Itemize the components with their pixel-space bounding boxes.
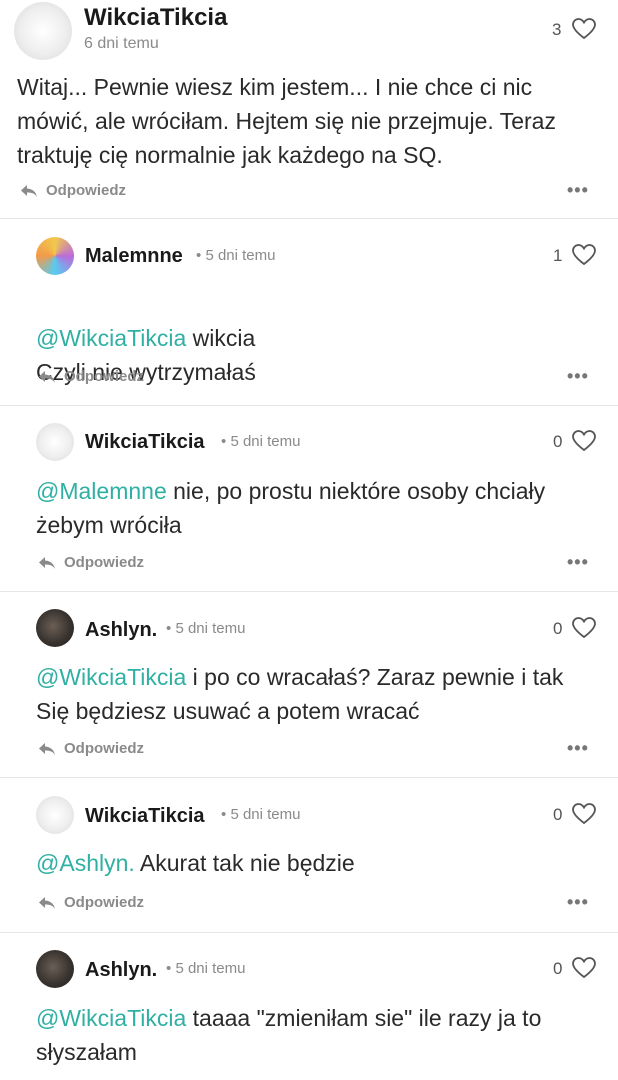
- timestamp-text: 5 dni temu: [175, 620, 246, 637]
- divider: [0, 218, 618, 219]
- avatar[interactable]: [36, 609, 74, 647]
- timestamp-text: 5 dni temu: [230, 806, 301, 823]
- comment-body: Witaj... Pewnie wiesz kim jestem... I ni…: [17, 74, 556, 168]
- timestamp-text: 5 dni temu: [205, 247, 276, 264]
- timestamp: • 5 dni temu: [166, 620, 245, 637]
- avatar[interactable]: [36, 423, 74, 461]
- heart-outline-icon[interactable]: [572, 957, 596, 979]
- more-dots-icon[interactable]: •••: [567, 366, 589, 387]
- divider: [0, 591, 618, 592]
- timestamp: 6 dni temu: [84, 35, 159, 52]
- timestamp: • 5 dni temu: [196, 247, 275, 264]
- mention-link[interactable]: @Malemnne: [36, 478, 167, 504]
- separator: •: [221, 433, 227, 450]
- reply-label: Odpowiedz: [64, 740, 144, 757]
- comment-body: Akurat tak nie będzie: [134, 850, 355, 876]
- author-name[interactable]: WikciaTikcia: [85, 805, 205, 828]
- author-name[interactable]: Malemnne: [85, 245, 183, 268]
- timestamp: • 5 dni temu: [221, 806, 300, 823]
- more-dots-icon[interactable]: •••: [567, 892, 589, 913]
- comment-text: @Ashlyn. Akurat tak nie będzie: [36, 846, 601, 880]
- comment-text: Witaj... Pewnie wiesz kim jestem... I ni…: [17, 70, 602, 172]
- heart-outline-icon[interactable]: [572, 617, 596, 639]
- like-count: 0: [553, 959, 563, 978]
- author-name[interactable]: Ashlyn.: [85, 959, 157, 982]
- separator: •: [196, 247, 202, 264]
- heart-outline-icon[interactable]: [572, 803, 596, 825]
- reply-arrow-icon: [39, 370, 55, 383]
- heart-outline-icon[interactable]: [572, 430, 596, 452]
- like-count: 0: [553, 432, 563, 451]
- timestamp: • 5 dni temu: [166, 960, 245, 977]
- author-name[interactable]: WikciaTikcia: [85, 431, 205, 454]
- divider: [0, 405, 618, 406]
- heart-outline-icon[interactable]: [572, 18, 596, 40]
- reply-button[interactable]: Odpowiedz: [38, 894, 144, 911]
- separator: •: [166, 620, 172, 637]
- comment-text: @WikciaTikcia i po co wracałaś? Zaraz pe…: [36, 660, 601, 728]
- avatar[interactable]: [36, 796, 74, 834]
- more-dots-icon[interactable]: •••: [567, 180, 589, 201]
- more-dots-icon[interactable]: •••: [567, 552, 589, 573]
- reply-arrow-icon: [39, 896, 55, 909]
- comment-text: @Malemnne nie, po prostu niektóre osoby …: [36, 474, 581, 542]
- like-count: 3: [552, 20, 562, 39]
- reply-button[interactable]: Odpowiedz: [38, 740, 144, 757]
- like-count: 0: [553, 805, 563, 824]
- mention-link[interactable]: @WikciaTikcia: [36, 1005, 186, 1031]
- mention-link[interactable]: @WikciaTikcia: [36, 664, 186, 690]
- comment-text: @WikciaTikcia taaaa "zmieniłam sie" ile …: [36, 1001, 606, 1069]
- avatar[interactable]: [14, 2, 72, 60]
- like-count: 0: [553, 619, 563, 638]
- avatar[interactable]: [36, 237, 74, 275]
- reply-arrow-icon: [21, 184, 37, 197]
- separator: •: [166, 960, 172, 977]
- heart-outline-icon[interactable]: [572, 244, 596, 266]
- reply-button[interactable]: Odpowiedz: [20, 182, 126, 199]
- reply-label: Odpowiedz: [64, 368, 144, 385]
- divider: [0, 932, 618, 933]
- mention-link[interactable]: @Ashlyn.: [36, 850, 135, 876]
- reply-arrow-icon: [39, 742, 55, 755]
- author-name[interactable]: WikciaTikcia: [84, 4, 227, 32]
- reply-label: Odpowiedz: [46, 182, 126, 199]
- timestamp-text: 5 dni temu: [175, 960, 246, 977]
- timestamp: • 5 dni temu: [221, 433, 300, 450]
- more-dots-icon[interactable]: •••: [567, 738, 589, 759]
- author-name[interactable]: Ashlyn.: [85, 619, 157, 642]
- avatar[interactable]: [36, 950, 74, 988]
- reply-label: Odpowiedz: [64, 554, 144, 571]
- mention-link[interactable]: @WikciaTikcia: [36, 325, 186, 351]
- reply-arrow-icon: [39, 556, 55, 569]
- like-count: 1: [553, 246, 563, 265]
- divider: [0, 777, 618, 778]
- separator: •: [221, 806, 227, 823]
- reply-button[interactable]: Odpowiedz: [38, 554, 144, 571]
- timestamp-text: 5 dni temu: [230, 433, 301, 450]
- reply-button[interactable]: Odpowiedz: [38, 368, 144, 385]
- reply-label: Odpowiedz: [64, 894, 144, 911]
